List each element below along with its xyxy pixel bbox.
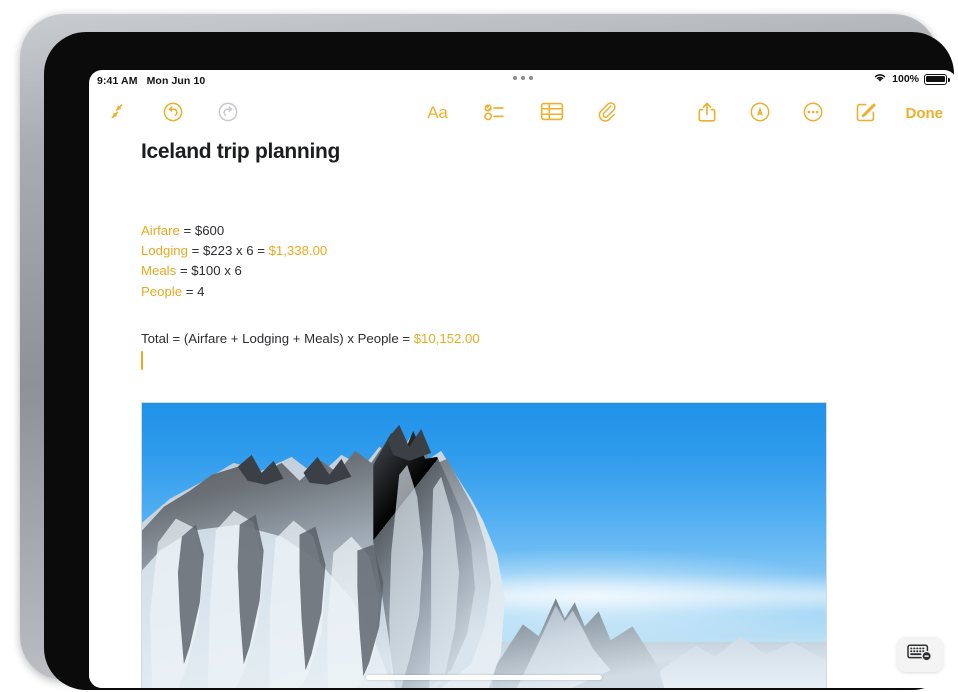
redo-button[interactable] bbox=[213, 98, 243, 128]
toolbar-right-group: Done bbox=[692, 98, 946, 128]
redo-circle-arrow-icon bbox=[217, 101, 239, 126]
collapse-button[interactable] bbox=[103, 98, 133, 128]
keyboard-dismiss-button[interactable] bbox=[897, 637, 943, 672]
table-button[interactable] bbox=[537, 98, 567, 128]
calc-expression: = 4 bbox=[182, 283, 205, 299]
aa-format-icon: Aa bbox=[427, 103, 448, 122]
status-bar-left: 9:41 AM Mon Jun 10 bbox=[97, 75, 205, 87]
checklist-icon bbox=[484, 102, 506, 125]
mountain-photo bbox=[142, 403, 826, 688]
calc-result: $1,338.00 bbox=[268, 243, 328, 259]
markup-button[interactable] bbox=[745, 98, 775, 128]
attachment-button[interactable] bbox=[594, 98, 624, 128]
wifi-icon bbox=[873, 72, 887, 86]
done-button[interactable]: Done bbox=[904, 105, 946, 122]
more-button[interactable] bbox=[798, 98, 828, 128]
paperclip-icon bbox=[598, 101, 619, 126]
toolbar-left-group bbox=[103, 98, 243, 128]
calc-line-total[interactable]: Total = (Airfare + Lodging + Meals) x Pe… bbox=[141, 331, 480, 346]
photo-attachment[interactable] bbox=[141, 402, 827, 688]
status-time: 9:41 AM bbox=[97, 75, 138, 87]
total-expression: Total = (Airfare + Lodging + Meals) x Pe… bbox=[141, 331, 414, 346]
calc-line-lodging[interactable]: Lodging = $223 x 6 = $1,338.00 bbox=[141, 241, 327, 261]
ellipsis-circle-icon bbox=[802, 101, 824, 126]
device-bezel: 9:41 AM Mon Jun 10 100% Aa Done Iceland … bbox=[44, 32, 957, 690]
calc-variable-name: People bbox=[141, 283, 183, 299]
home-indicator[interactable] bbox=[366, 675, 602, 680]
screenshot-root: 9:41 AM Mon Jun 10 100% Aa Done Iceland … bbox=[0, 0, 958, 692]
battery-percent-label: 100% bbox=[892, 73, 919, 85]
compose-button[interactable] bbox=[851, 98, 881, 128]
format-button[interactable]: Aa bbox=[423, 98, 453, 128]
battery-full-icon bbox=[924, 73, 950, 85]
multitasking-dots-icon[interactable] bbox=[513, 76, 533, 80]
calc-line-meals[interactable]: Meals = $100 x 6 bbox=[141, 261, 327, 281]
status-bar: 9:41 AM Mon Jun 10 100% bbox=[89, 70, 957, 92]
keyboard-dismiss-icon bbox=[907, 643, 933, 666]
note-calculations-block[interactable]: Airfare = $600 Lodging = $223 x 6 = $1,3… bbox=[141, 221, 327, 302]
calc-expression: = $100 x 6 bbox=[176, 263, 242, 279]
calc-variable-name: Lodging bbox=[141, 243, 188, 259]
calc-expression: = $223 x 6 = bbox=[187, 243, 269, 259]
arrows-collapse-icon bbox=[108, 101, 129, 125]
undo-circle-arrow-icon bbox=[162, 101, 184, 126]
calc-line-airfare[interactable]: Airfare = $600 bbox=[141, 221, 327, 241]
status-date: Mon Jun 10 bbox=[146, 75, 206, 87]
share-up-arrow-icon bbox=[697, 101, 717, 126]
table-icon bbox=[540, 102, 563, 124]
markup-pen-circle-icon bbox=[749, 101, 771, 126]
calc-expression: = $600 bbox=[179, 223, 225, 238]
status-bar-right: 100% bbox=[873, 72, 950, 86]
mountain-silhouette bbox=[142, 424, 826, 688]
compose-pencil-square-icon bbox=[855, 101, 877, 126]
calc-variable-name: Meals bbox=[141, 263, 177, 279]
text-cursor bbox=[141, 351, 144, 370]
undo-button[interactable] bbox=[158, 98, 188, 128]
ipad-device-frame: 9:41 AM Mon Jun 10 100% Aa Done Iceland … bbox=[20, 14, 957, 690]
calc-variable-name: Airfare bbox=[141, 223, 180, 238]
device-screen: 9:41 AM Mon Jun 10 100% Aa Done Iceland … bbox=[89, 70, 957, 688]
toolbar-center-group: Aa bbox=[423, 98, 624, 128]
total-result: $10,152.00 bbox=[413, 331, 480, 346]
calc-line-people[interactable]: People = 4 bbox=[141, 282, 327, 302]
note-toolbar: Aa Done bbox=[89, 92, 957, 135]
share-button[interactable] bbox=[692, 98, 722, 128]
note-title[interactable]: Iceland trip planning bbox=[141, 140, 340, 164]
note-body[interactable]: Iceland trip planning Airfare = $600 Lod… bbox=[89, 135, 957, 688]
checklist-button[interactable] bbox=[480, 98, 510, 128]
